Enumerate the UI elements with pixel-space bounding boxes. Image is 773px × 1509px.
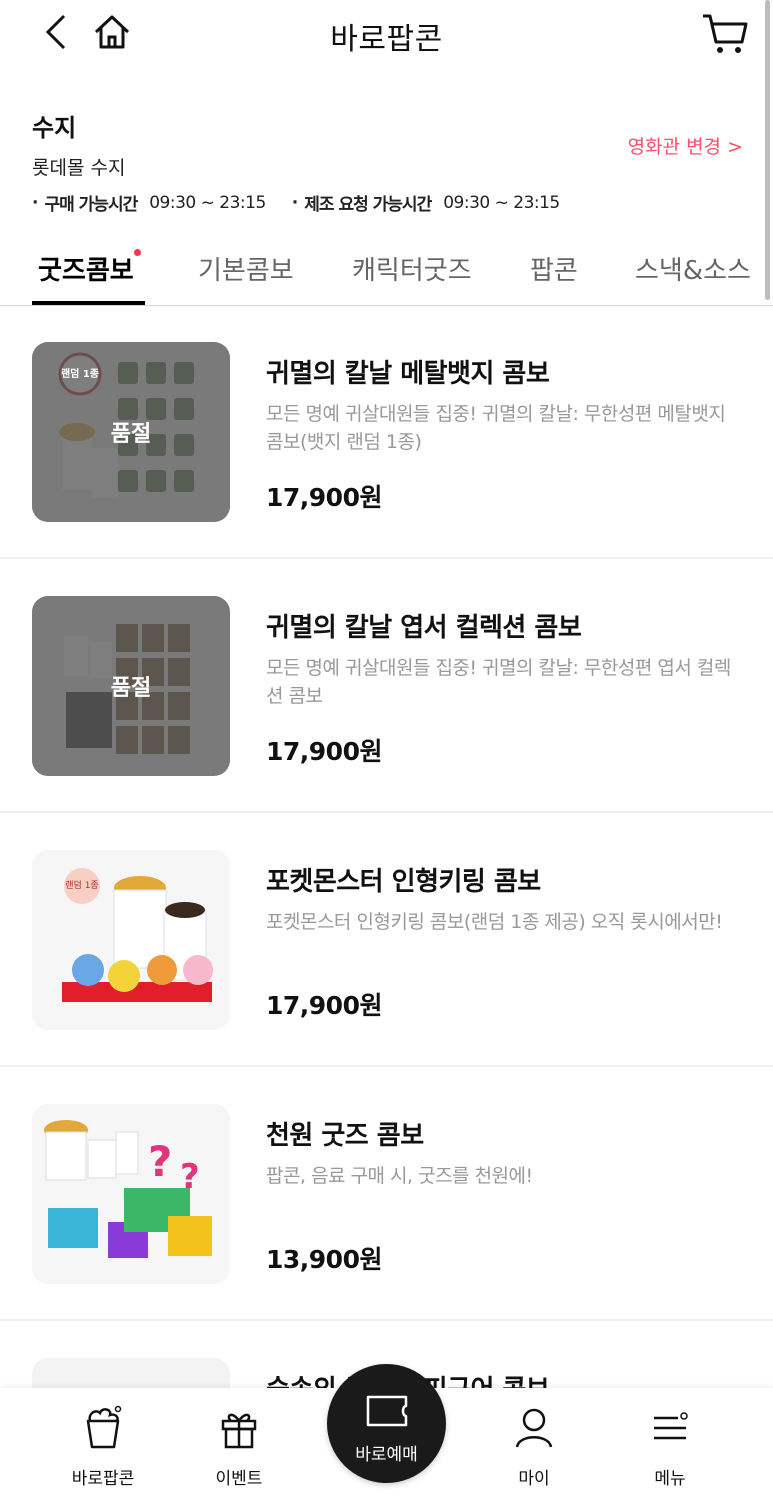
product-item[interactable]: 품절 랜덤 1종 귀멸의 칼날 메탈뱃지 콤보 모든 명예 귀살대원들 집중! … — [0, 305, 773, 559]
product-image: 품절 — [32, 596, 230, 776]
nav-label: 이벤트 — [215, 1469, 263, 1489]
random-badge: 랜덤 1종 — [65, 881, 99, 891]
product-price: 17,900원 — [266, 737, 382, 766]
random-badge: 랜덤 1종 — [60, 369, 100, 380]
nav-label: 메뉴 — [654, 1469, 686, 1489]
bullet: · — [32, 192, 39, 213]
product-description: 모든 명예 귀살대원들 집중! 귀멸의 칼날: 무한성편 엽서 컬렉션 콤보 — [266, 657, 731, 707]
tab-popcorn[interactable]: 팝콘 — [530, 250, 578, 287]
product-price: 17,900원 — [266, 991, 382, 1020]
operating-hours: · 구매 가능시간 09:30 ~ 23:15 · 제조 요청 가능시간 09:… — [32, 190, 560, 216]
theater-info: 수지 롯데몰 수지 — [32, 108, 125, 180]
product-description: 포켓몬스터 인형키링 콤보(랜덤 1종 제공) 오직 롯시에서만! — [266, 911, 723, 933]
change-theater-link[interactable]: 영화관 변경 > — [628, 132, 743, 159]
product-illustration — [32, 850, 230, 1030]
product-price: 13,900원 — [266, 1245, 382, 1274]
bullet: · — [291, 192, 299, 213]
tab-goods-combo[interactable]: 굿즈콤보 — [38, 250, 134, 287]
soldout-label: 품절 — [110, 422, 152, 447]
nav-label: 바로예매 — [355, 1445, 418, 1465]
product-name: 귀멸의 칼날 메탈뱃지 콤보 — [266, 359, 550, 389]
tab-basic-combo[interactable]: 기본콤보 — [198, 250, 294, 287]
cart-button[interactable] — [700, 8, 748, 56]
product-item[interactable]: 랜덤 1종 포켓몬스터 인형키링 콤보 포켓몬스터 인형키링 콤보(랜덤 1종 … — [0, 813, 773, 1067]
cart-icon — [703, 14, 748, 53]
nav-label: 마이 — [518, 1469, 550, 1489]
product-name: 천원 굿즈 콤보 — [266, 1121, 424, 1151]
product-description: 팝콘, 음료 구매 시, 굿즈를 천원에! — [266, 1165, 533, 1187]
menu-icon — [654, 1412, 688, 1440]
category-tabs: 굿즈콤보 기본콤보 캐릭터굿즈 팝콘 스낵&소스 — [0, 240, 773, 306]
theater-location: 롯데몰 수지 — [32, 157, 126, 179]
product-image: 품절 랜덤 1종 — [32, 342, 230, 522]
product-illustration: ? ? — [32, 1104, 230, 1284]
nav-label: 바로팝콘 — [71, 1469, 135, 1489]
nav-my[interactable]: 마이 — [479, 1402, 589, 1489]
purchase-hours-value: 09:30 ~ 23:15 — [149, 192, 266, 213]
svg-text:?: ? — [148, 1137, 172, 1186]
nav-menu[interactable]: 메뉴 — [615, 1402, 725, 1489]
request-hours-label: 제조 요청 가능시간 — [304, 195, 432, 215]
purchase-hours-label: 구매 가능시간 — [44, 195, 138, 215]
person-icon — [515, 1408, 553, 1448]
scrollbar[interactable] — [765, 0, 770, 300]
tab-character-goods[interactable]: 캐릭터굿즈 — [352, 250, 472, 287]
soldout-overlay: 품절 — [32, 596, 230, 776]
product-price: 17,900원 — [266, 483, 382, 512]
gift-icon — [221, 1413, 257, 1449]
product-item[interactable]: ? ? 천원 굿즈 콤보 팝콘, 음료 구매 시, 굿즈를 천원에! 13,90… — [0, 1067, 773, 1321]
nav-popcorn[interactable]: 바로팝콘 — [48, 1402, 158, 1489]
product-name: 귀멸의 칼날 엽서 컬렉션 콤보 — [266, 613, 582, 643]
page-title: 바로팝콘 — [330, 22, 443, 57]
new-badge-dot — [134, 249, 141, 256]
app-header: 바로팝콘 — [0, 0, 773, 72]
product-item[interactable]: 품절 귀멸의 칼날 엽서 컬렉션 콤보 모든 명예 귀살대원들 집중! 귀멸의 … — [0, 559, 773, 813]
theater-name: 수지 — [32, 114, 77, 142]
tab-snack-sauce[interactable]: 스낵&소스 — [635, 250, 751, 287]
nav-event[interactable]: 이벤트 — [184, 1402, 294, 1489]
product-image: 랜덤 1종 — [32, 850, 230, 1030]
soldout-label: 품절 — [110, 676, 152, 701]
product-description: 모든 명예 귀살대원들 집중! 귀멸의 칼날: 무한성편 메탈뱃지 콤보(뱃지 … — [266, 403, 726, 453]
ticket-icon — [366, 1395, 407, 1427]
request-hours-value: 09:30 ~ 23:15 — [443, 192, 560, 213]
nav-booking[interactable]: 바로예매 — [327, 1364, 446, 1483]
popcorn-icon — [86, 1405, 122, 1449]
product-image: ? ? — [32, 1104, 230, 1284]
product-name: 포켓몬스터 인형키링 콤보 — [266, 867, 541, 897]
